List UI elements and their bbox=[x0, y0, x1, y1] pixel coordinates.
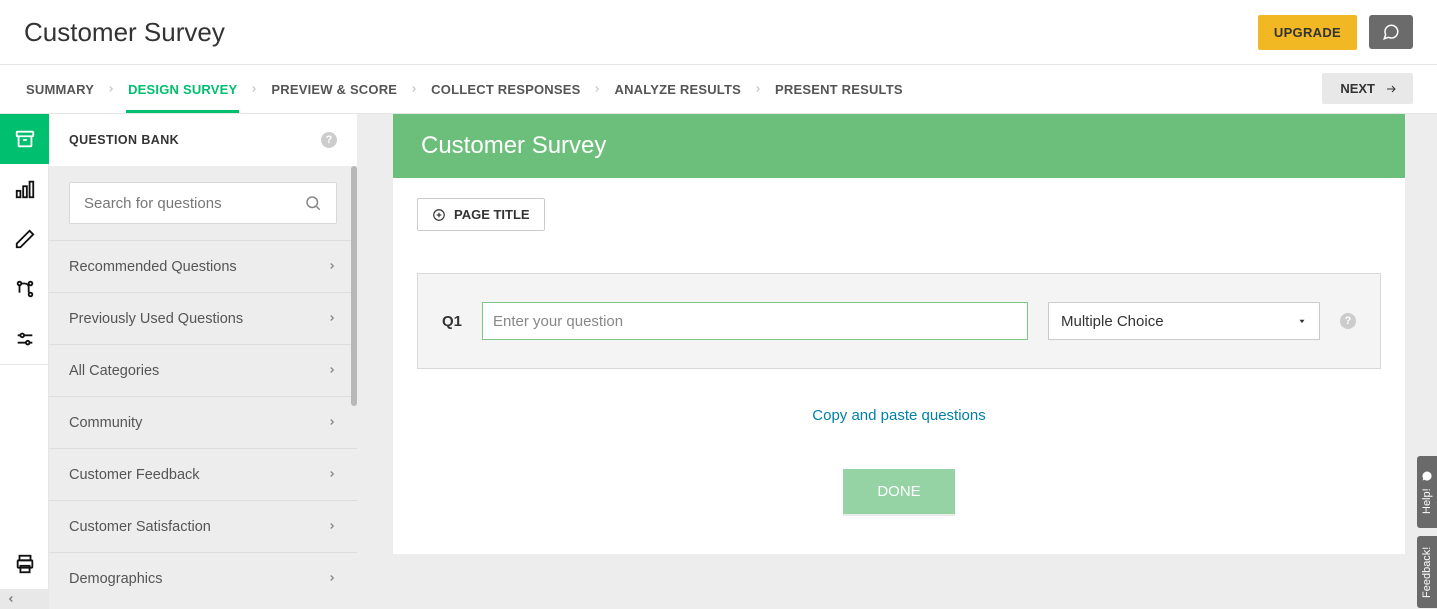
chevron-right-icon bbox=[327, 467, 337, 483]
tab-analyze-results[interactable]: ANALYZE RESULTS bbox=[612, 82, 743, 97]
category-label: Customer Feedback bbox=[69, 467, 200, 483]
search-icon bbox=[304, 194, 322, 212]
category-label: Previously Used Questions bbox=[69, 311, 243, 327]
rail-print[interactable] bbox=[0, 539, 49, 589]
archive-box-icon bbox=[14, 128, 36, 150]
printer-icon bbox=[14, 553, 36, 575]
category-label: All Categories bbox=[69, 363, 159, 379]
rail-appearance[interactable] bbox=[0, 214, 49, 264]
chevron-right-icon bbox=[106, 84, 116, 94]
category-label: Community bbox=[69, 415, 142, 431]
survey-title-banner: Customer Survey bbox=[393, 114, 1405, 178]
chat-button[interactable] bbox=[1369, 15, 1413, 49]
chevron-right-icon bbox=[327, 571, 337, 587]
chevron-right-icon bbox=[327, 415, 337, 431]
question-text-input[interactable] bbox=[482, 302, 1028, 340]
help-icon[interactable]: ? bbox=[321, 132, 337, 148]
question-number: Q1 bbox=[442, 313, 462, 330]
add-page-title-button[interactable]: PAGE TITLE bbox=[417, 198, 545, 231]
plus-circle-icon bbox=[432, 208, 446, 222]
rail-options[interactable] bbox=[0, 314, 49, 364]
search-box[interactable] bbox=[69, 182, 337, 224]
category-recommended-questions[interactable]: Recommended Questions bbox=[49, 240, 357, 292]
chevron-right-icon bbox=[327, 311, 337, 327]
page-title-label: PAGE TITLE bbox=[454, 207, 530, 222]
question-card: Q1 Multiple Choice ? bbox=[417, 273, 1381, 369]
next-button[interactable]: NEXT bbox=[1322, 73, 1413, 104]
chevron-right-icon bbox=[592, 84, 602, 94]
search-input[interactable] bbox=[84, 195, 304, 212]
rail-builder[interactable] bbox=[0, 164, 49, 214]
chevron-right-icon bbox=[327, 519, 337, 535]
pencil-icon bbox=[14, 228, 36, 250]
help-tab-label: Help! bbox=[1421, 488, 1433, 514]
tab-summary[interactable]: SUMMARY bbox=[24, 82, 96, 97]
chevron-right-icon bbox=[249, 84, 259, 94]
tab-collect-responses[interactable]: COLLECT RESPONSES bbox=[429, 82, 582, 97]
category-label: Customer Satisfaction bbox=[69, 519, 211, 535]
category-all-categories[interactable]: All Categories bbox=[49, 344, 357, 396]
chevron-right-icon bbox=[327, 363, 337, 379]
rail-logic[interactable] bbox=[0, 264, 49, 314]
tab-design-survey[interactable]: DESIGN SURVEY bbox=[126, 82, 239, 97]
category-community[interactable]: Community bbox=[49, 396, 357, 448]
survey-title-text: Customer Survey bbox=[421, 132, 606, 160]
category-customer-satisfaction[interactable]: Customer Satisfaction bbox=[49, 500, 357, 552]
chevron-right-icon bbox=[409, 84, 419, 94]
question-type-label: Multiple Choice bbox=[1061, 313, 1164, 330]
rail-question-bank[interactable] bbox=[0, 114, 49, 164]
feedback-tab[interactable]: Feedback! bbox=[1417, 536, 1437, 608]
help-icon[interactable]: ? bbox=[1340, 313, 1356, 329]
feedback-tab-label: Feedback! bbox=[1421, 546, 1433, 597]
tab-preview-score[interactable]: PREVIEW & SCORE bbox=[269, 82, 399, 97]
chevron-right-icon bbox=[327, 259, 337, 275]
help-tab[interactable]: Help! bbox=[1417, 456, 1437, 528]
category-demographics[interactable]: Demographics bbox=[49, 552, 357, 604]
question-bank-title: QUESTION BANK bbox=[69, 133, 179, 147]
question-type-select[interactable]: Multiple Choice bbox=[1048, 302, 1320, 340]
caret-down-icon bbox=[1297, 316, 1307, 326]
page-title: Customer Survey bbox=[24, 17, 225, 48]
next-button-label: NEXT bbox=[1340, 81, 1375, 96]
category-label: Recommended Questions bbox=[69, 259, 237, 275]
category-label: Demographics bbox=[69, 571, 163, 587]
rail-collapse[interactable] bbox=[0, 589, 49, 609]
question-bank-panel: QUESTION BANK ? Recommended Questions Pr… bbox=[49, 114, 357, 609]
sliders-icon bbox=[14, 328, 36, 350]
branch-icon bbox=[14, 278, 36, 300]
chevron-left-icon bbox=[6, 594, 16, 604]
arrow-right-icon bbox=[1383, 83, 1399, 95]
tab-present-results[interactable]: PRESENT RESULTS bbox=[773, 82, 905, 97]
bar-chart-icon bbox=[14, 178, 36, 200]
left-icon-rail bbox=[0, 114, 49, 609]
chevron-right-icon bbox=[753, 84, 763, 94]
category-previously-used[interactable]: Previously Used Questions bbox=[49, 292, 357, 344]
upgrade-button[interactable]: UPGRADE bbox=[1258, 15, 1357, 50]
copy-paste-questions-link[interactable]: Copy and paste questions bbox=[812, 407, 985, 424]
chat-icon bbox=[1380, 23, 1402, 41]
chat-bubble-icon bbox=[1421, 470, 1433, 482]
done-button[interactable]: DONE bbox=[843, 469, 954, 514]
category-customer-feedback[interactable]: Customer Feedback bbox=[49, 448, 357, 500]
